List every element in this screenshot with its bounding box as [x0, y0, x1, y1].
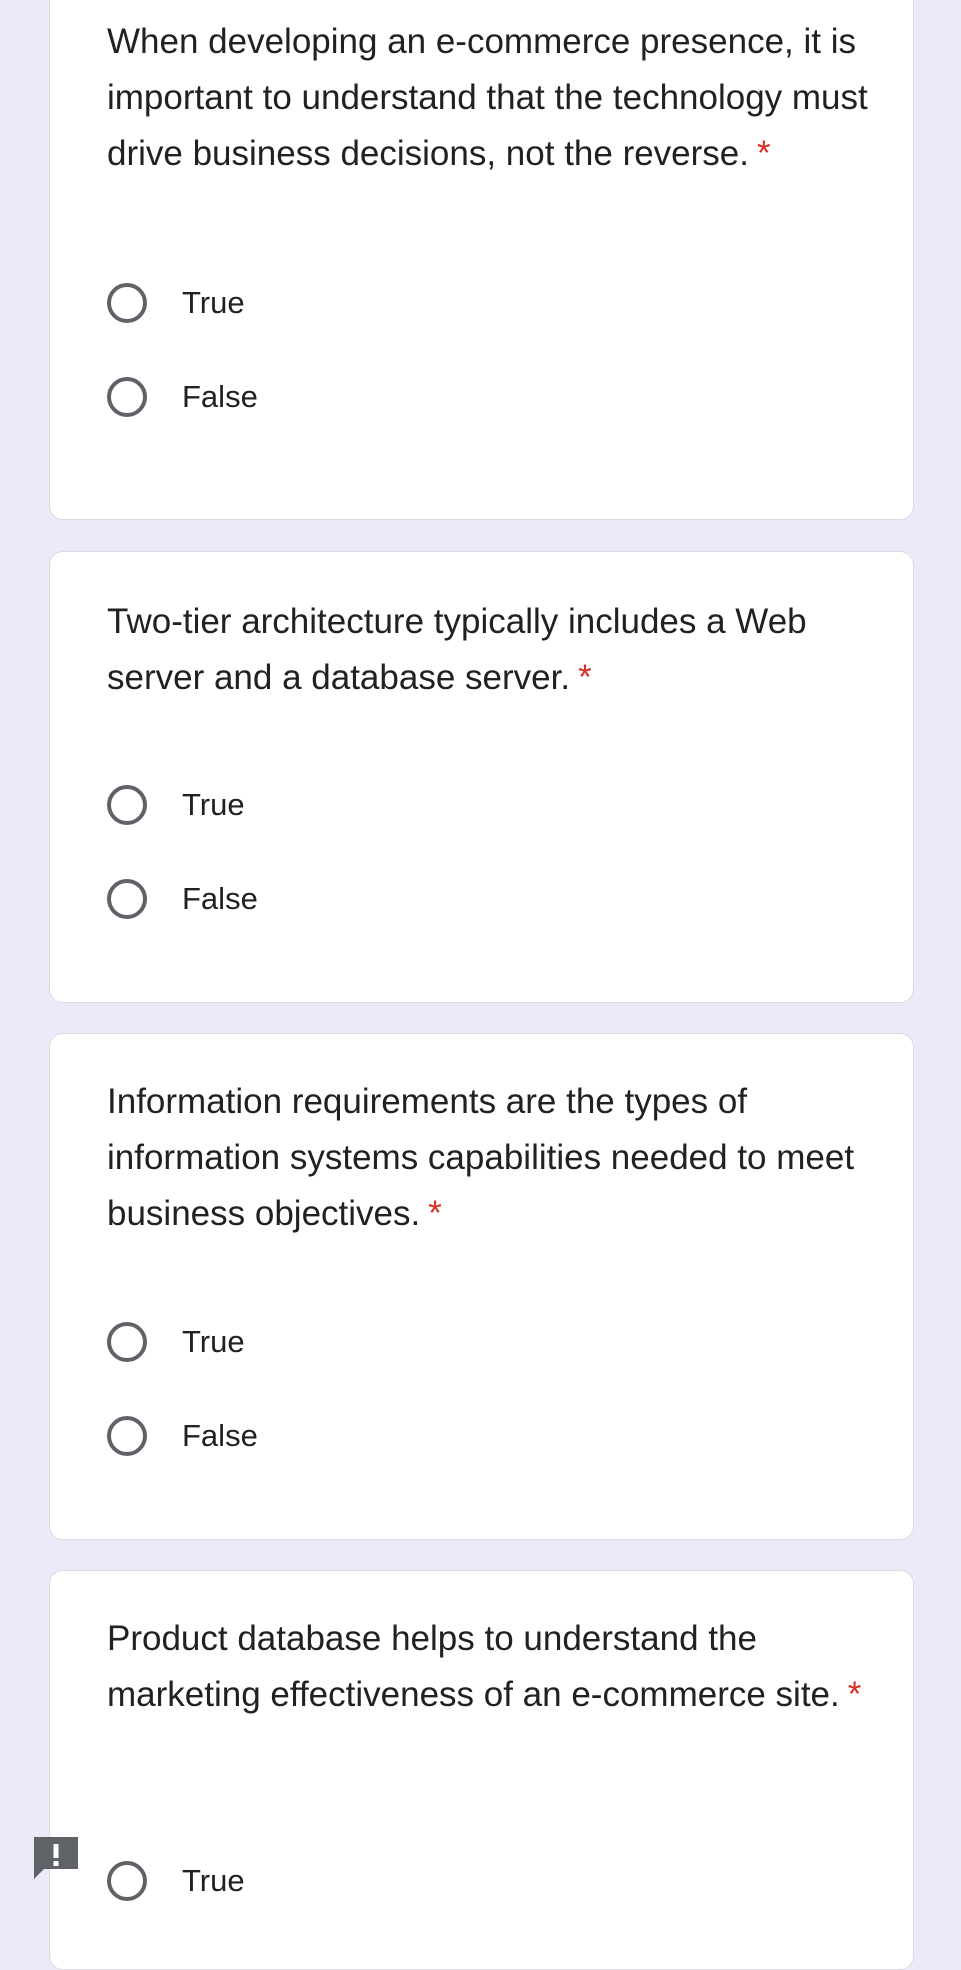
- option-false[interactable]: False: [107, 373, 258, 421]
- question-card-1: When developing an e-commerce presence, …: [49, 0, 914, 520]
- question-card-4: Product database helps to understand the…: [49, 1570, 914, 1970]
- required-asterisk: *: [757, 134, 771, 173]
- option-label: True: [182, 285, 245, 320]
- radio-button[interactable]: [107, 1322, 147, 1362]
- option-label: True: [182, 1324, 245, 1359]
- question-label: Two-tier architecture typically includes…: [107, 602, 807, 697]
- radio-button[interactable]: [107, 283, 147, 323]
- question-text: Two-tier architecture typically includes…: [107, 594, 907, 706]
- radio-button[interactable]: [107, 377, 147, 417]
- required-asterisk: *: [847, 1675, 862, 1714]
- question-text: Product database helps to understand the…: [107, 1611, 907, 1723]
- report-feedback-icon-glyph: [34, 1837, 78, 1879]
- option-label: True: [182, 787, 245, 822]
- radio-button[interactable]: [107, 785, 147, 825]
- question-text: Information requirements are the types o…: [107, 1074, 907, 1242]
- option-false[interactable]: False: [107, 875, 258, 923]
- required-asterisk: *: [578, 658, 592, 697]
- question-card-3: Information requirements are the types o…: [49, 1033, 914, 1540]
- option-true[interactable]: True: [107, 279, 245, 327]
- option-false[interactable]: False: [107, 1412, 258, 1460]
- report-feedback-icon[interactable]: [32, 1835, 80, 1883]
- option-label: True: [182, 1863, 245, 1898]
- required-asterisk: *: [428, 1194, 442, 1233]
- option-label: False: [182, 1418, 258, 1453]
- question-label: Information requirements are the types o…: [107, 1082, 855, 1233]
- radio-button[interactable]: [107, 1861, 147, 1901]
- option-true[interactable]: True: [107, 1318, 245, 1366]
- option-true[interactable]: True: [107, 1857, 245, 1905]
- question-card-2: Two-tier architecture typically includes…: [49, 551, 914, 1003]
- option-true[interactable]: True: [107, 781, 245, 829]
- question-label: Product database helps to understand the…: [107, 1619, 840, 1714]
- option-label: False: [182, 379, 258, 414]
- question-text: When developing an e-commerce presence, …: [107, 14, 907, 182]
- radio-button[interactable]: [107, 879, 147, 919]
- radio-button[interactable]: [107, 1416, 147, 1456]
- option-label: False: [182, 881, 258, 916]
- question-label: When developing an e-commerce presence, …: [107, 22, 868, 173]
